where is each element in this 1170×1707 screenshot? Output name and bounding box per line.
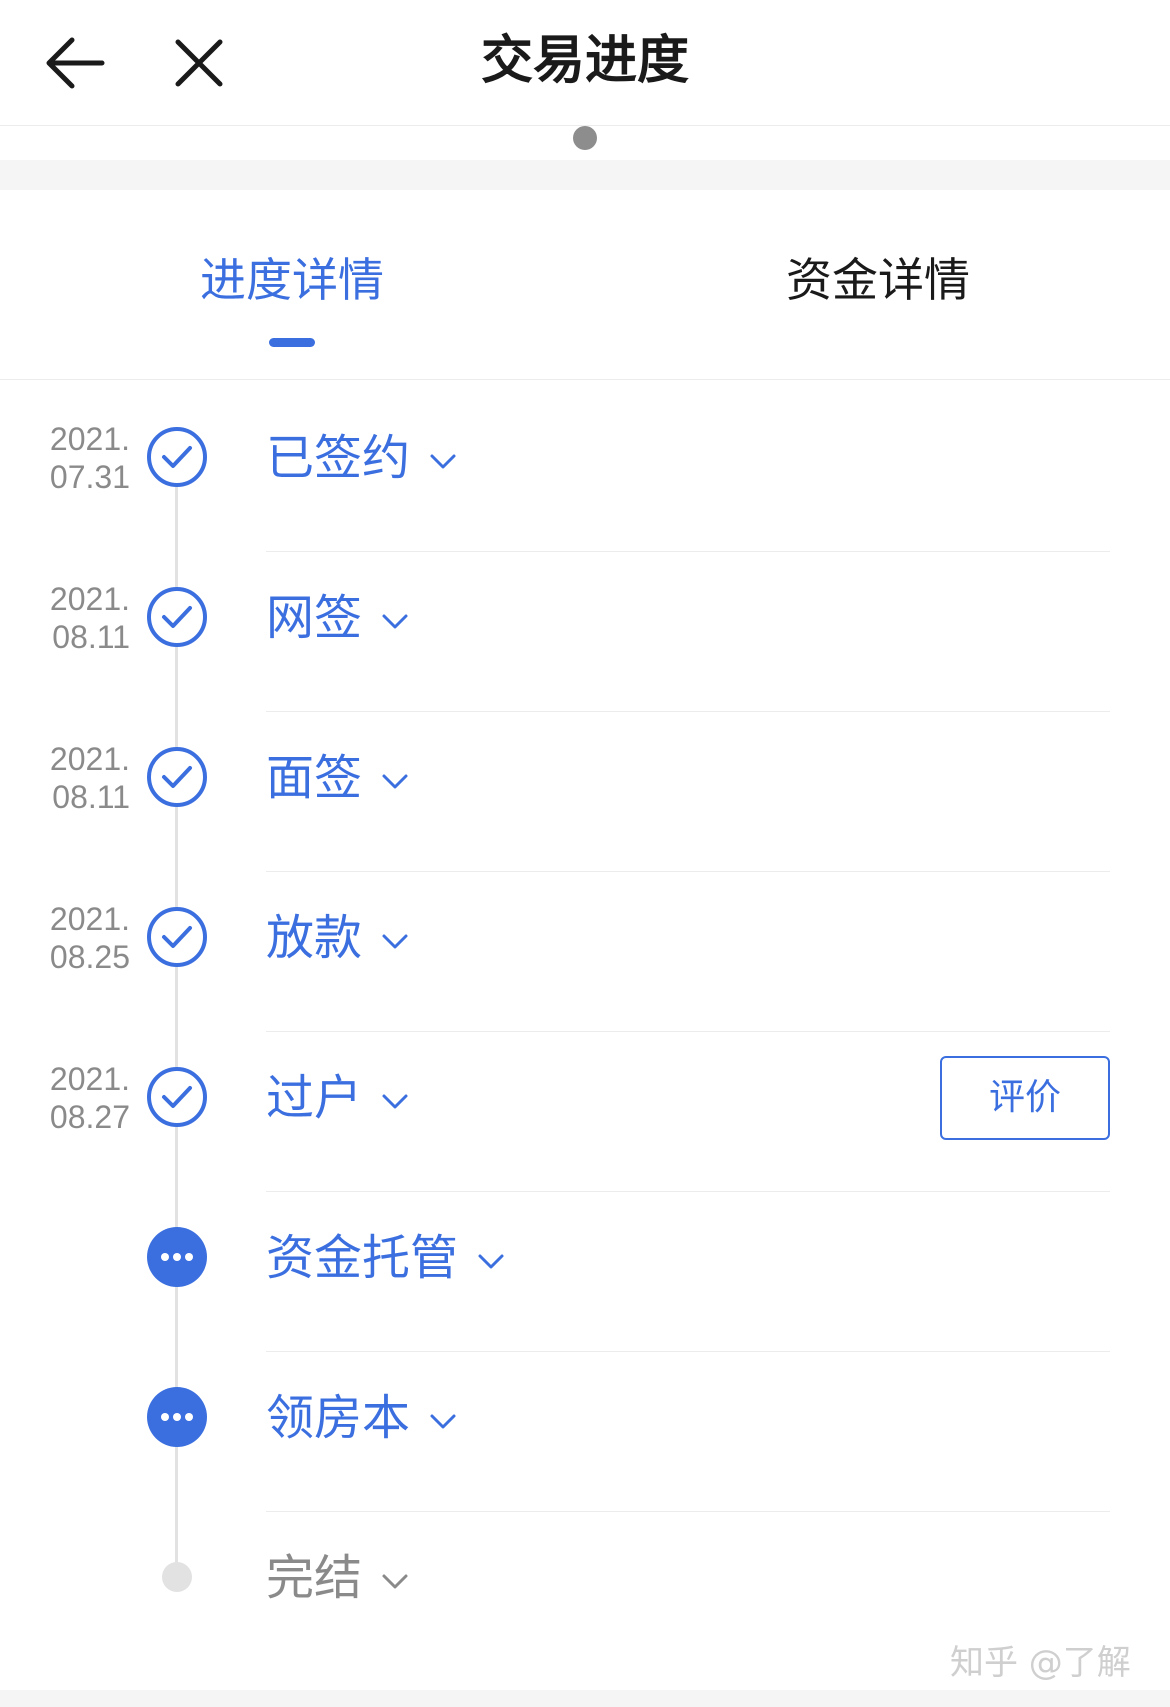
date-month-day: 07.31 bbox=[49, 459, 130, 495]
chevron-down-icon bbox=[382, 1574, 408, 1589]
timeline-step: 2021. 08.11 网签 bbox=[0, 552, 1170, 712]
step-label: 资金托管 bbox=[266, 1230, 459, 1286]
step-label: 完结 bbox=[266, 1550, 363, 1606]
check-circle-icon bbox=[147, 747, 207, 807]
timeline-step: 领房本 bbox=[0, 1352, 1170, 1512]
chevron-down-icon bbox=[382, 1094, 408, 1109]
step-toggle-loan[interactable]: 放款 bbox=[266, 908, 410, 968]
step-toggle-signed[interactable]: 已签约 bbox=[266, 428, 458, 488]
step-toggle-completed[interactable]: 完结 bbox=[266, 1548, 410, 1608]
step-toggle-online-sign[interactable]: 网签 bbox=[266, 588, 410, 648]
rate-button[interactable]: 评价 bbox=[940, 1056, 1110, 1140]
top-bar: 交易进度 bbox=[0, 0, 1170, 126]
chevron-down-icon bbox=[382, 614, 408, 629]
active-tab-indicator bbox=[269, 338, 315, 347]
chevron-down-icon bbox=[478, 1254, 504, 1269]
date-year: 2021. bbox=[49, 581, 130, 617]
check-circle-icon bbox=[147, 1067, 207, 1127]
step-date: 2021. 08.11 bbox=[50, 580, 130, 656]
step-label: 过户 bbox=[266, 1070, 363, 1126]
step-date: 2021. 08.27 bbox=[50, 1060, 130, 1136]
date-year: 2021. bbox=[49, 421, 130, 457]
date-month-day: 08.27 bbox=[49, 1099, 130, 1135]
tab-bar: 进度详情 资金详情 bbox=[0, 190, 1170, 380]
more-dots-icon bbox=[147, 1387, 207, 1447]
step-label: 面签 bbox=[266, 750, 363, 806]
tab-fund-details[interactable]: 资金详情 bbox=[728, 250, 1028, 310]
date-month-day: 08.11 bbox=[52, 779, 130, 815]
step-label: 放款 bbox=[266, 910, 363, 966]
step-toggle-transfer[interactable]: 过户 bbox=[266, 1068, 410, 1128]
step-label: 领房本 bbox=[266, 1390, 411, 1446]
watermark: 知乎 @了解 bbox=[950, 1643, 1131, 1683]
page-title: 交易进度 bbox=[480, 31, 689, 91]
step-date: 2021. 08.11 bbox=[50, 740, 130, 816]
pending-dot-icon bbox=[162, 1562, 192, 1592]
date-year: 2021. bbox=[49, 901, 130, 937]
step-toggle-property-certificate[interactable]: 领房本 bbox=[266, 1388, 458, 1448]
timeline-step: 2021. 07.31 已签约 bbox=[0, 392, 1170, 552]
pager-dot bbox=[573, 126, 597, 150]
timeline-step: 2021. 08.25 放款 bbox=[0, 872, 1170, 1032]
date-month-day: 08.25 bbox=[49, 939, 130, 975]
check-circle-icon bbox=[147, 587, 207, 647]
date-month-day: 08.11 bbox=[52, 619, 130, 655]
section-divider bbox=[0, 160, 1170, 190]
step-date: 2021. 08.25 bbox=[50, 900, 130, 976]
step-label: 网签 bbox=[266, 590, 363, 646]
timeline-step: 2021. 08.27 过户 评价 bbox=[0, 1032, 1170, 1192]
tab-progress-details[interactable]: 进度详情 bbox=[142, 250, 442, 310]
timeline-step: 2021. 08.11 面签 bbox=[0, 712, 1170, 872]
step-date: 2021. 07.31 bbox=[50, 420, 130, 496]
chevron-down-icon bbox=[430, 1414, 456, 1429]
check-circle-icon bbox=[147, 907, 207, 967]
date-year: 2021. bbox=[49, 741, 130, 777]
check-circle-icon bbox=[147, 427, 207, 487]
chevron-down-icon bbox=[382, 774, 408, 789]
bottom-divider bbox=[0, 1690, 1170, 1707]
step-label: 已签约 bbox=[266, 430, 411, 486]
step-toggle-escrow[interactable]: 资金托管 bbox=[266, 1228, 506, 1288]
timeline-step: 资金托管 bbox=[0, 1192, 1170, 1352]
more-dots-icon bbox=[147, 1227, 207, 1287]
chevron-down-icon bbox=[382, 934, 408, 949]
chevron-down-icon bbox=[430, 454, 456, 469]
date-year: 2021. bbox=[49, 1061, 130, 1097]
step-toggle-face-sign[interactable]: 面签 bbox=[266, 748, 410, 808]
